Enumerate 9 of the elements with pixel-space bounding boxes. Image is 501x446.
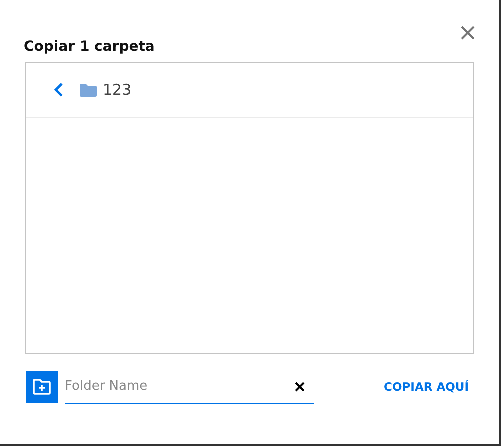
dialog-title: Copiar 1 carpeta — [24, 39, 155, 57]
clear-icon[interactable] — [295, 382, 305, 392]
new-folder-button[interactable] — [26, 371, 58, 403]
folder-plus-icon — [33, 379, 51, 395]
close-button[interactable] — [459, 24, 477, 42]
folder-name: 123 — [103, 81, 132, 99]
folder-icon — [80, 84, 97, 96]
back-button[interactable] — [54, 83, 64, 97]
copy-here-button[interactable]: COPIAR AQUÍ — [384, 376, 469, 398]
